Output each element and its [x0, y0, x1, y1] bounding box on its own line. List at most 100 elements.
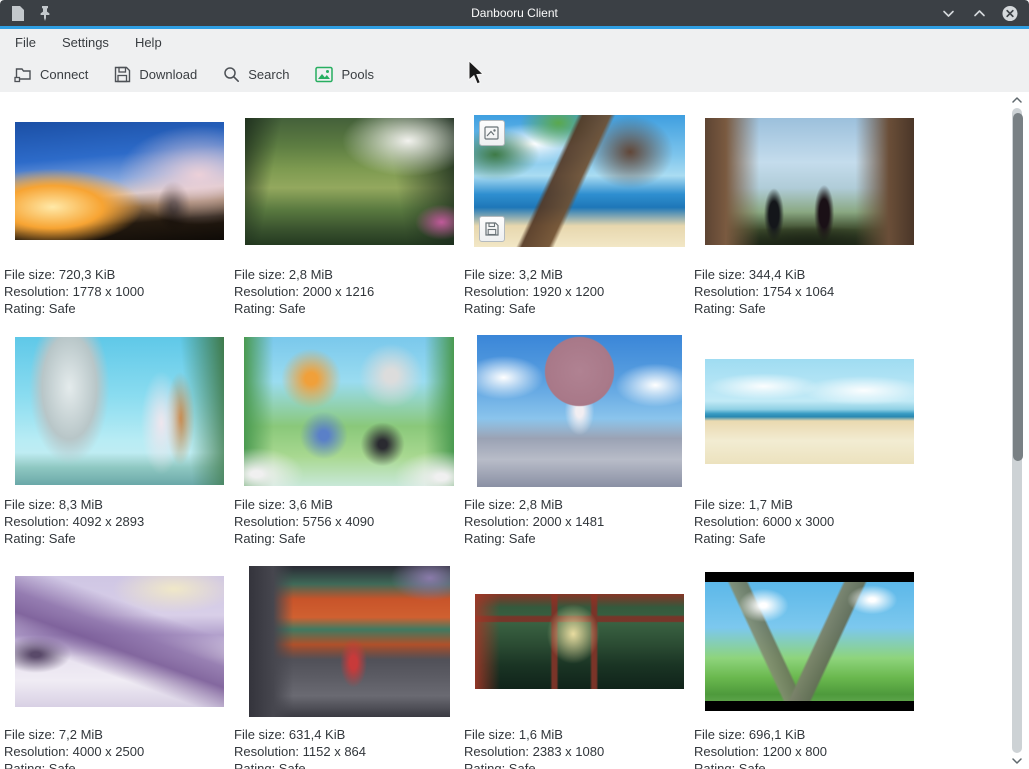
file-size-text: File size: 344,4 KiB	[694, 266, 924, 283]
window-title: Danbooru Client	[0, 6, 1029, 20]
titlebar[interactable]: Danbooru Client	[0, 0, 1029, 26]
post-card[interactable]: File size: 696,1 KiB Resolution: 1200 x …	[694, 565, 924, 769]
resolution-text: Resolution: 2000 x 1481	[464, 513, 694, 530]
rating-text: Rating: Safe	[4, 300, 234, 317]
resolution-text: Resolution: 5756 x 4090	[234, 513, 464, 530]
resolution-text: Resolution: 6000 x 3000	[694, 513, 924, 530]
post-card[interactable]: File size: 1,7 MiB Resolution: 6000 x 30…	[694, 335, 924, 565]
pools-label: Pools	[341, 67, 374, 82]
thumb-box	[4, 565, 234, 717]
post-thumbnail[interactable]	[15, 576, 224, 707]
thumb-box	[4, 335, 234, 487]
scroll-down-icon[interactable]	[1011, 755, 1023, 767]
resolution-text: Resolution: 1778 x 1000	[4, 283, 234, 300]
rating-text: Rating: Safe	[694, 760, 924, 769]
menu-help[interactable]: Help	[122, 29, 175, 56]
floppy-icon	[485, 222, 499, 236]
rating-text: Rating: Safe	[694, 300, 924, 317]
save-post-button[interactable]	[479, 216, 505, 242]
file-size-text: File size: 720,3 KiB	[4, 266, 234, 283]
file-size-text: File size: 2,8 MiB	[464, 496, 694, 513]
file-size-text: File size: 2,8 MiB	[234, 266, 464, 283]
menu-file[interactable]: File	[2, 29, 49, 56]
post-card[interactable]: File size: 1,6 MiB Resolution: 2383 x 10…	[464, 565, 694, 769]
resolution-text: Resolution: 2000 x 1216	[234, 283, 464, 300]
post-card[interactable]: File size: 3,6 MiB Resolution: 5756 x 40…	[234, 335, 464, 565]
rating-text: Rating: Safe	[464, 760, 694, 769]
post-card[interactable]: File size: 631,4 KiB Resolution: 1152 x …	[234, 565, 464, 769]
network-connect-icon	[14, 66, 32, 83]
file-size-text: File size: 696,1 KiB	[694, 726, 924, 743]
post-thumbnail[interactable]	[474, 115, 685, 247]
rating-text: Rating: Safe	[4, 530, 234, 547]
thumb-box	[694, 105, 924, 257]
resolution-text: Resolution: 1200 x 800	[694, 743, 924, 760]
minimize-button[interactable]	[940, 5, 956, 21]
search-button[interactable]: Search	[223, 66, 289, 83]
menubar: File Settings Help	[0, 29, 1029, 56]
post-thumbnail[interactable]	[705, 572, 914, 711]
post-card[interactable]: File size: 2,8 MiB Resolution: 2000 x 12…	[234, 105, 464, 335]
picture-icon	[484, 126, 499, 140]
post-card[interactable]: File size: 3,2 MiB Resolution: 1920 x 12…	[464, 105, 694, 335]
search-label: Search	[248, 67, 289, 82]
rating-text: Rating: Safe	[694, 530, 924, 547]
rating-text: Rating: Safe	[464, 300, 694, 317]
post-thumbnail[interactable]	[705, 118, 914, 245]
resolution-text: Resolution: 1754 x 1064	[694, 283, 924, 300]
thumb-box	[234, 335, 464, 487]
post-card[interactable]: File size: 344,4 KiB Resolution: 1754 x …	[694, 105, 924, 335]
pin-icon[interactable]	[37, 5, 53, 21]
menu-settings[interactable]: Settings	[49, 29, 122, 56]
resolution-text: Resolution: 1920 x 1200	[464, 283, 694, 300]
post-thumbnail[interactable]	[244, 337, 454, 486]
file-size-text: File size: 3,6 MiB	[234, 496, 464, 513]
save-icon	[114, 66, 131, 83]
thumb-box	[464, 105, 694, 257]
vertical-scrollbar[interactable]	[1011, 92, 1023, 769]
post-card[interactable]: File size: 720,3 KiB Resolution: 1778 x …	[4, 105, 234, 335]
scroll-up-icon[interactable]	[1011, 94, 1023, 106]
post-thumbnail[interactable]	[245, 118, 454, 245]
post-thumbnail[interactable]	[15, 122, 224, 240]
resolution-text: Resolution: 4000 x 2500	[4, 743, 234, 760]
file-size-text: File size: 3,2 MiB	[464, 266, 694, 283]
post-thumbnail[interactable]	[475, 594, 684, 689]
download-label: Download	[139, 67, 197, 82]
rating-text: Rating: Safe	[234, 530, 464, 547]
close-button[interactable]	[1002, 5, 1018, 21]
thumb-box	[464, 565, 694, 717]
view-image-button[interactable]	[479, 120, 505, 146]
post-thumbnail[interactable]	[477, 335, 682, 487]
file-size-text: File size: 8,3 MiB	[4, 496, 234, 513]
post-thumbnail[interactable]	[705, 359, 914, 464]
post-gallery: File size: 720,3 KiB Resolution: 1778 x …	[0, 92, 1029, 769]
connect-button[interactable]: Connect	[14, 66, 88, 83]
pools-button[interactable]: Pools	[315, 66, 374, 83]
scrollbar-thumb[interactable]	[1013, 113, 1023, 461]
resolution-text: Resolution: 4092 x 2893	[4, 513, 234, 530]
rating-text: Rating: Safe	[464, 530, 694, 547]
post-card[interactable]: File size: 8,3 MiB Resolution: 4092 x 28…	[4, 335, 234, 565]
thumb-box	[694, 335, 924, 487]
rating-text: Rating: Safe	[4, 760, 234, 769]
thumbnail-grid: File size: 720,3 KiB Resolution: 1778 x …	[0, 92, 1029, 769]
post-card[interactable]: File size: 7,2 MiB Resolution: 4000 x 25…	[4, 565, 234, 769]
post-thumbnail[interactable]	[249, 566, 450, 717]
window-menu-icon[interactable]	[9, 5, 25, 21]
file-size-text: File size: 1,6 MiB	[464, 726, 694, 743]
connect-label: Connect	[40, 67, 88, 82]
toolbar: Connect Download Search	[0, 56, 1029, 92]
scrollbar-track[interactable]	[1012, 108, 1022, 753]
post-card[interactable]: File size: 2,8 MiB Resolution: 2000 x 14…	[464, 335, 694, 565]
download-button[interactable]: Download	[114, 66, 197, 83]
app-window: Danbooru Client File Settings Help	[0, 0, 1029, 769]
resolution-text: Resolution: 2383 x 1080	[464, 743, 694, 760]
file-size-text: File size: 1,7 MiB	[694, 496, 924, 513]
file-size-text: File size: 631,4 KiB	[234, 726, 464, 743]
rating-text: Rating: Safe	[234, 300, 464, 317]
maximize-button[interactable]	[971, 5, 987, 21]
thumb-box	[4, 105, 234, 257]
post-thumbnail[interactable]	[15, 337, 224, 485]
thumb-box	[234, 105, 464, 257]
